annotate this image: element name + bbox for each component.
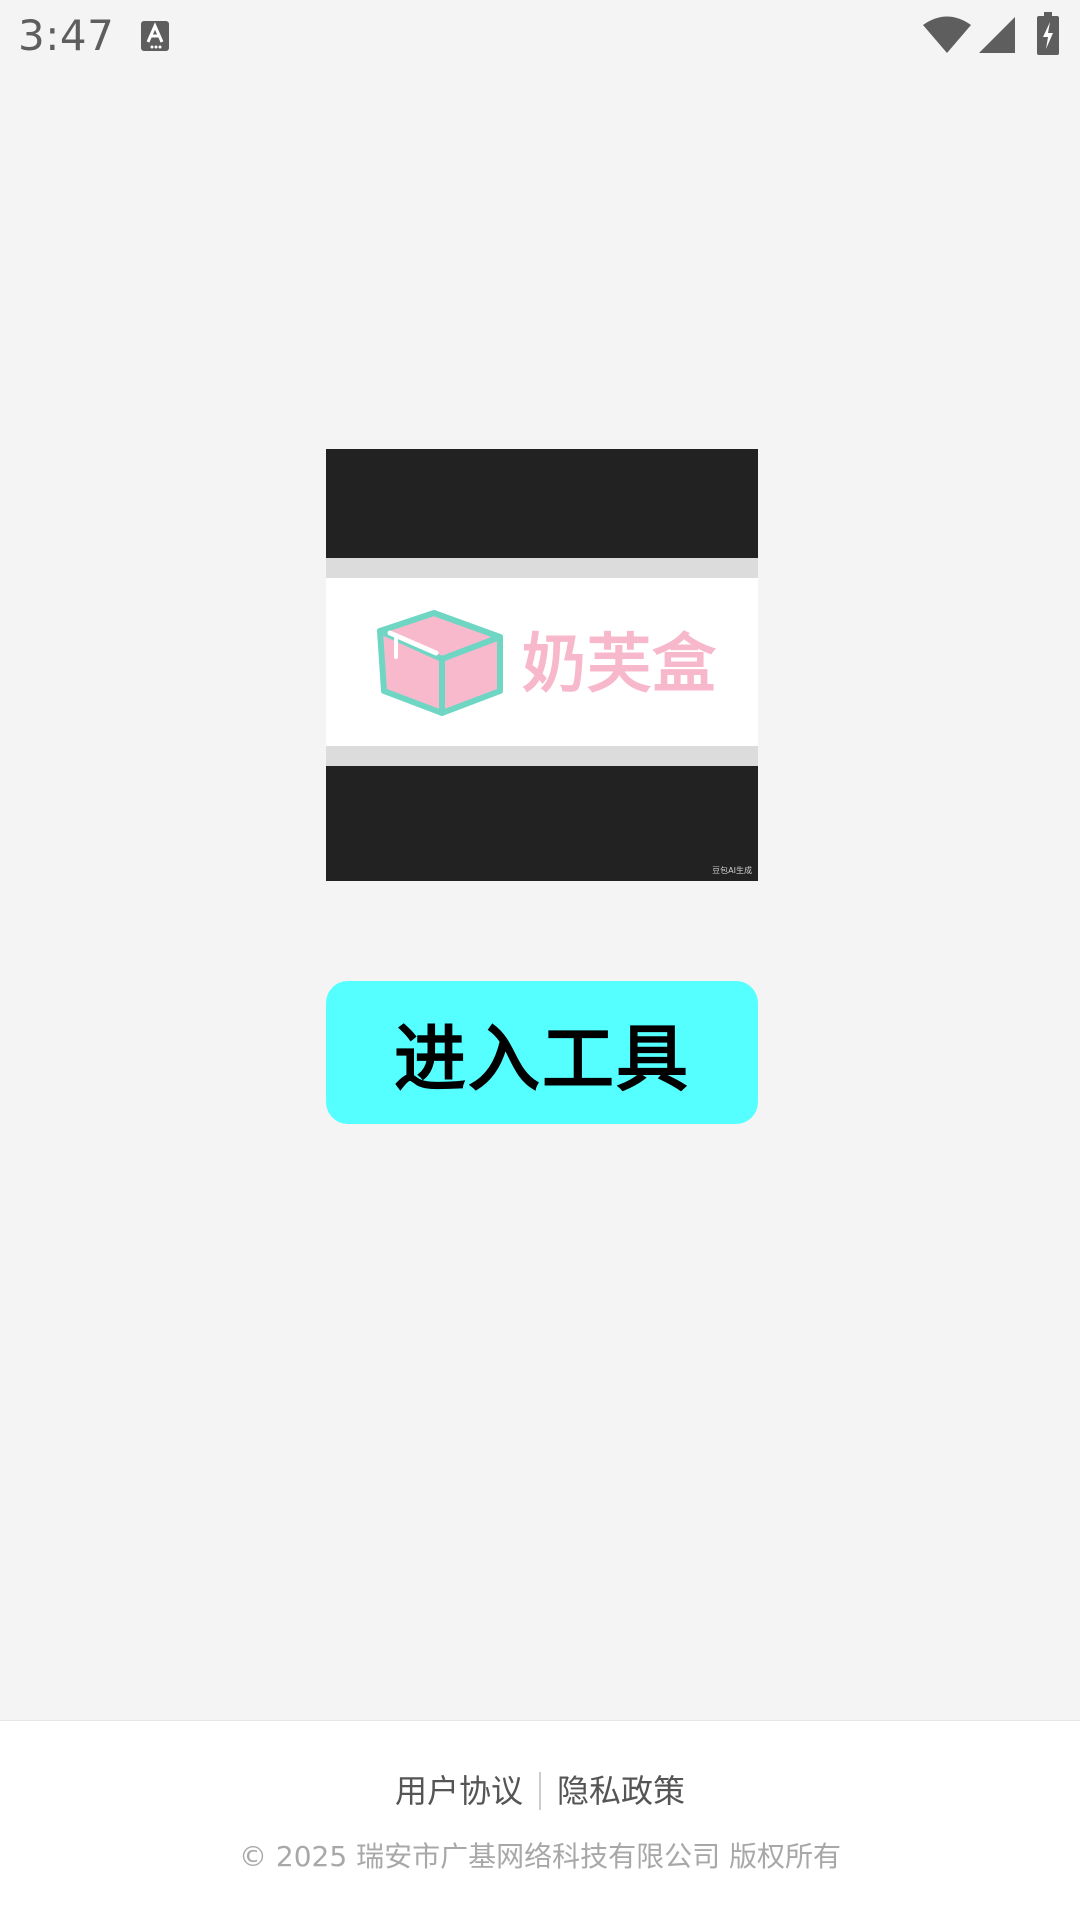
copyright-text: © 2025 瑞安市广基网络科技有限公司 版权所有	[239, 1840, 841, 1873]
wifi-icon	[922, 16, 972, 54]
enter-tool-button-label: 进入工具	[393, 1019, 690, 1100]
logo-band-top	[326, 558, 758, 578]
battery-charging-icon	[1036, 12, 1060, 56]
brand-name-text: 奶芙盒	[522, 628, 717, 702]
app-screen: 3:47 奶芙盒 豆包AI生成 进入工具 用户协议 隐私政策 © 2025 瑞安…	[0, 0, 1080, 1920]
box-logo-icon	[376, 607, 504, 719]
app-logo-image: 奶芙盒 豆包AI生成	[326, 449, 758, 881]
user-agreement-link[interactable]: 用户协议	[395, 1772, 523, 1810]
ai-watermark: 豆包AI生成	[712, 866, 752, 875]
privacy-policy-link[interactable]: 隐私政策	[557, 1772, 685, 1810]
footer-link-divider	[539, 1772, 541, 1810]
enter-tool-button[interactable]: 进入工具	[326, 981, 758, 1124]
a-notification-icon	[140, 20, 170, 52]
status-time: 3:47	[18, 11, 115, 60]
signal-icon	[978, 16, 1016, 54]
logo-band-bottom	[326, 746, 758, 766]
footer-links: 用户协议 隐私政策	[0, 1769, 1080, 1813]
status-bar: 3:47	[0, 0, 1080, 72]
footer: 用户协议 隐私政策 © 2025 瑞安市广基网络科技有限公司 版权所有	[0, 1720, 1080, 1920]
